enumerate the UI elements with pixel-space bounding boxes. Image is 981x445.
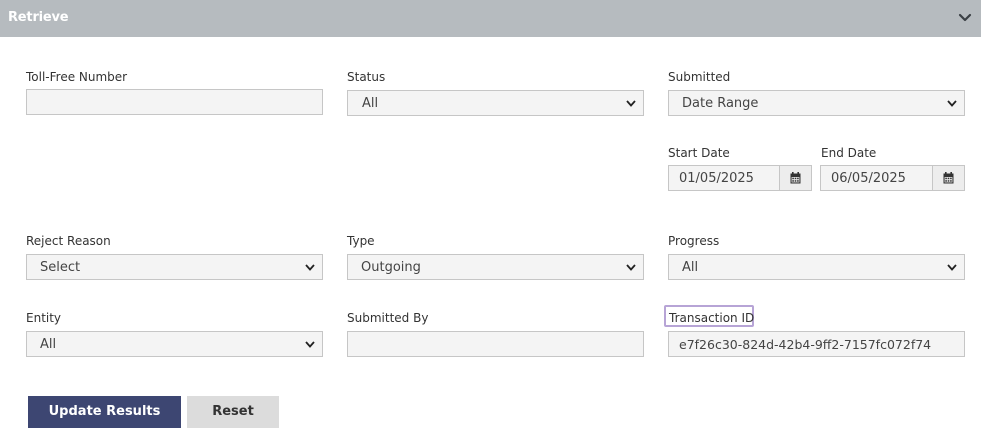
panel-title: Retrieve — [8, 10, 69, 25]
start-date-input[interactable]: 01/05/2025 — [668, 165, 812, 191]
calendar-icon — [943, 172, 954, 184]
toll-free-number-label: Toll-Free Number — [26, 70, 128, 84]
submitted-by-label: Submitted By — [347, 311, 429, 325]
type-label: Type — [347, 234, 375, 248]
update-results-button[interactable]: Update Results — [28, 396, 181, 428]
dropdown-arrow-icon — [947, 100, 957, 107]
entity-value: All — [40, 337, 57, 352]
type-select[interactable]: Outgoing — [347, 254, 644, 280]
start-date-label: Start Date — [668, 146, 730, 160]
reject-reason-select[interactable]: Select — [26, 254, 323, 280]
start-date-picker-button[interactable] — [779, 166, 811, 190]
calendar-icon — [790, 172, 801, 184]
start-date-value: 01/05/2025 — [679, 171, 754, 186]
status-value: All — [362, 96, 379, 111]
transaction-id-value: e7f26c30-824d-42b4-9ff2-7157fc072f74 — [679, 337, 932, 352]
entity-label: Entity — [26, 311, 62, 325]
entity-select[interactable]: All — [26, 331, 323, 357]
submitted-by-input[interactable] — [347, 331, 644, 357]
submitted-value: Date Range — [682, 96, 759, 111]
progress-select[interactable]: All — [668, 254, 965, 280]
status-select[interactable]: All — [347, 90, 644, 116]
chevron-down-icon[interactable] — [958, 11, 972, 25]
status-label: Status — [347, 70, 386, 84]
toll-free-number-input[interactable] — [26, 89, 323, 115]
end-date-input[interactable]: 06/05/2025 — [820, 165, 965, 191]
retrieve-panel-header[interactable]: Retrieve — [0, 0, 981, 37]
dropdown-arrow-icon — [947, 264, 957, 271]
reject-reason-label: Reject Reason — [26, 234, 111, 248]
progress-label: Progress — [668, 234, 720, 248]
transaction-id-input[interactable]: e7f26c30-824d-42b4-9ff2-7157fc072f74 — [668, 331, 965, 357]
reject-reason-value: Select — [40, 260, 81, 275]
dropdown-arrow-icon — [305, 264, 315, 271]
end-date-label: End Date — [821, 146, 877, 160]
submitted-select[interactable]: Date Range — [668, 90, 965, 116]
end-date-value: 06/05/2025 — [831, 171, 906, 186]
dropdown-arrow-icon — [626, 264, 636, 271]
end-date-picker-button[interactable] — [932, 166, 964, 190]
reset-button[interactable]: Reset — [187, 396, 279, 428]
dropdown-arrow-icon — [305, 341, 315, 348]
type-value: Outgoing — [361, 260, 421, 275]
progress-value: All — [682, 260, 699, 275]
transaction-id-label: Transaction ID — [669, 311, 755, 325]
submitted-label: Submitted — [668, 70, 731, 84]
dropdown-arrow-icon — [626, 100, 636, 107]
